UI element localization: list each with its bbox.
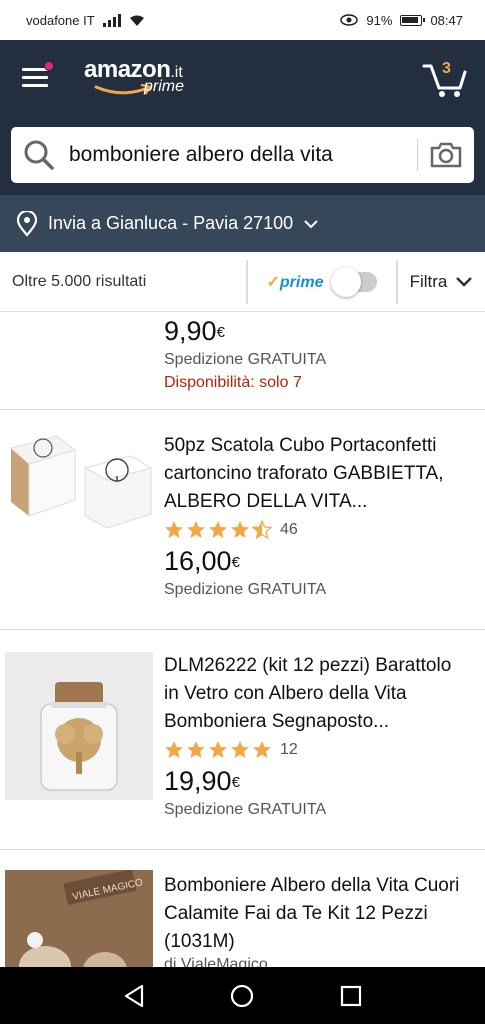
product-price: 16,00€ xyxy=(164,544,471,578)
product-image xyxy=(5,312,153,316)
prime-filter-label: ✓prime xyxy=(267,272,324,292)
back-icon xyxy=(125,984,144,1007)
results-count: Oltre 5.000 risultati xyxy=(12,272,147,290)
star-icon xyxy=(209,741,227,758)
toggle-knob xyxy=(331,266,362,297)
delivery-location-bar[interactable]: Invia a Gianluca - Pavia 27100 xyxy=(0,195,485,252)
nav-recents-button[interactable] xyxy=(331,976,371,1016)
prime-filter-toggle[interactable]: ✓prime xyxy=(248,252,396,312)
star-icon xyxy=(165,521,183,538)
star-icon xyxy=(231,741,249,758)
star-icon xyxy=(165,741,183,758)
nav-back-button[interactable] xyxy=(114,976,154,1016)
toggle-switch[interactable] xyxy=(331,266,378,297)
location-pin-icon xyxy=(16,210,38,237)
search-input[interactable] xyxy=(67,143,417,167)
star-icon xyxy=(253,741,271,758)
shipping-info: Spedizione GRATUITA xyxy=(164,581,327,598)
product-title[interactable]: Bomboniere Albero della Vita Cuori Calam… xyxy=(164,872,471,956)
filter-bar: Oltre 5.000 risultati ✓prime Filtra xyxy=(0,252,485,312)
logo-prime: prime xyxy=(144,78,185,95)
price-currency: € xyxy=(231,774,240,791)
chevron-down-icon xyxy=(304,219,318,228)
product-card[interactable]: 50pz Scatola Cubo Portaconfetti cartonci… xyxy=(0,410,485,630)
review-count[interactable]: 46 xyxy=(280,521,298,539)
filter-label: Filtra xyxy=(409,271,448,291)
camera-icon[interactable] xyxy=(418,127,474,183)
product-title[interactable]: DLM26222 (kit 12 pezzi) Baratto­lo in Ve… xyxy=(164,652,471,736)
product-price: 19,90€ xyxy=(164,764,471,798)
product-list: 9,90€ Spedizione GRATUITA Disponibilità:… xyxy=(0,312,485,967)
prime-text: prime xyxy=(279,273,324,291)
amazon-logo[interactable]: amazon.it prime xyxy=(84,56,204,100)
rating-stars: 12 xyxy=(164,738,471,762)
star-half-icon xyxy=(252,520,272,540)
product-card[interactable]: DLM26222 (kit 12 pezzi) Baratto­lo in Ve… xyxy=(0,630,485,850)
availability: Disponibilità: solo 7 xyxy=(164,374,302,391)
product-byline[interactable]: di VialeMagico xyxy=(164,956,471,967)
menu-icon-bar xyxy=(22,76,48,79)
star-icon xyxy=(187,741,205,758)
cart-count: 3 xyxy=(442,60,451,77)
signal-icon xyxy=(102,13,121,27)
search-icon[interactable] xyxy=(11,127,67,183)
star-icon xyxy=(209,521,227,538)
carrier-name: vodafone IT xyxy=(26,12,95,28)
product-card[interactable]: VIALE MAGICO Bomboniere Albero della Vit… xyxy=(0,850,485,967)
delivery-text: Invia a Gianluca - Pavia 27100 xyxy=(48,213,294,233)
cart-button[interactable]: 3 xyxy=(422,58,468,98)
rating-stars: 46 xyxy=(164,518,471,542)
product-title[interactable]: 50pz Scatola Cubo Portaconfetti cartonci… xyxy=(164,432,471,516)
price-value: 9,90 xyxy=(164,316,217,346)
product-price: 9,90€ xyxy=(164,314,471,348)
chevron-down-icon xyxy=(456,276,473,287)
menu-icon-bar xyxy=(22,84,48,87)
product-image xyxy=(5,652,153,800)
menu-button[interactable] xyxy=(22,61,54,90)
price-value: 19,90 xyxy=(164,766,232,796)
price-value: 16,00 xyxy=(164,546,232,576)
shipping-info: Spedizione GRATUITA xyxy=(164,351,327,368)
wifi-icon xyxy=(129,15,144,26)
recents-icon xyxy=(340,985,361,1006)
shipping-info: Spedizione GRATUITA xyxy=(164,801,327,818)
prime-check-icon: ✓ xyxy=(266,273,280,291)
eye-icon xyxy=(340,14,359,26)
price-currency: € xyxy=(231,554,240,571)
filter-button[interactable]: Filtra xyxy=(398,272,485,292)
price-currency: € xyxy=(216,324,225,341)
nav-home-button[interactable] xyxy=(222,976,262,1016)
app-header: amazon.it prime 3 xyxy=(0,40,485,195)
system-nav-bar xyxy=(0,967,485,1024)
notification-dot xyxy=(44,61,54,71)
star-icon xyxy=(231,521,249,538)
battery-percent: 91% xyxy=(366,12,393,28)
search-bar xyxy=(11,127,474,183)
product-image xyxy=(5,428,153,533)
status-bar: vodafone IT 91% 08:47 xyxy=(0,0,485,40)
star-icon xyxy=(187,521,205,538)
product-card[interactable]: 9,90€ Spedizione GRATUITA Disponibilità:… xyxy=(0,312,485,410)
home-icon xyxy=(231,984,254,1007)
product-image: VIALE MAGICO xyxy=(5,868,153,967)
clock: 08:47 xyxy=(430,12,463,28)
battery-icon xyxy=(400,14,426,26)
review-count[interactable]: 12 xyxy=(280,741,298,759)
